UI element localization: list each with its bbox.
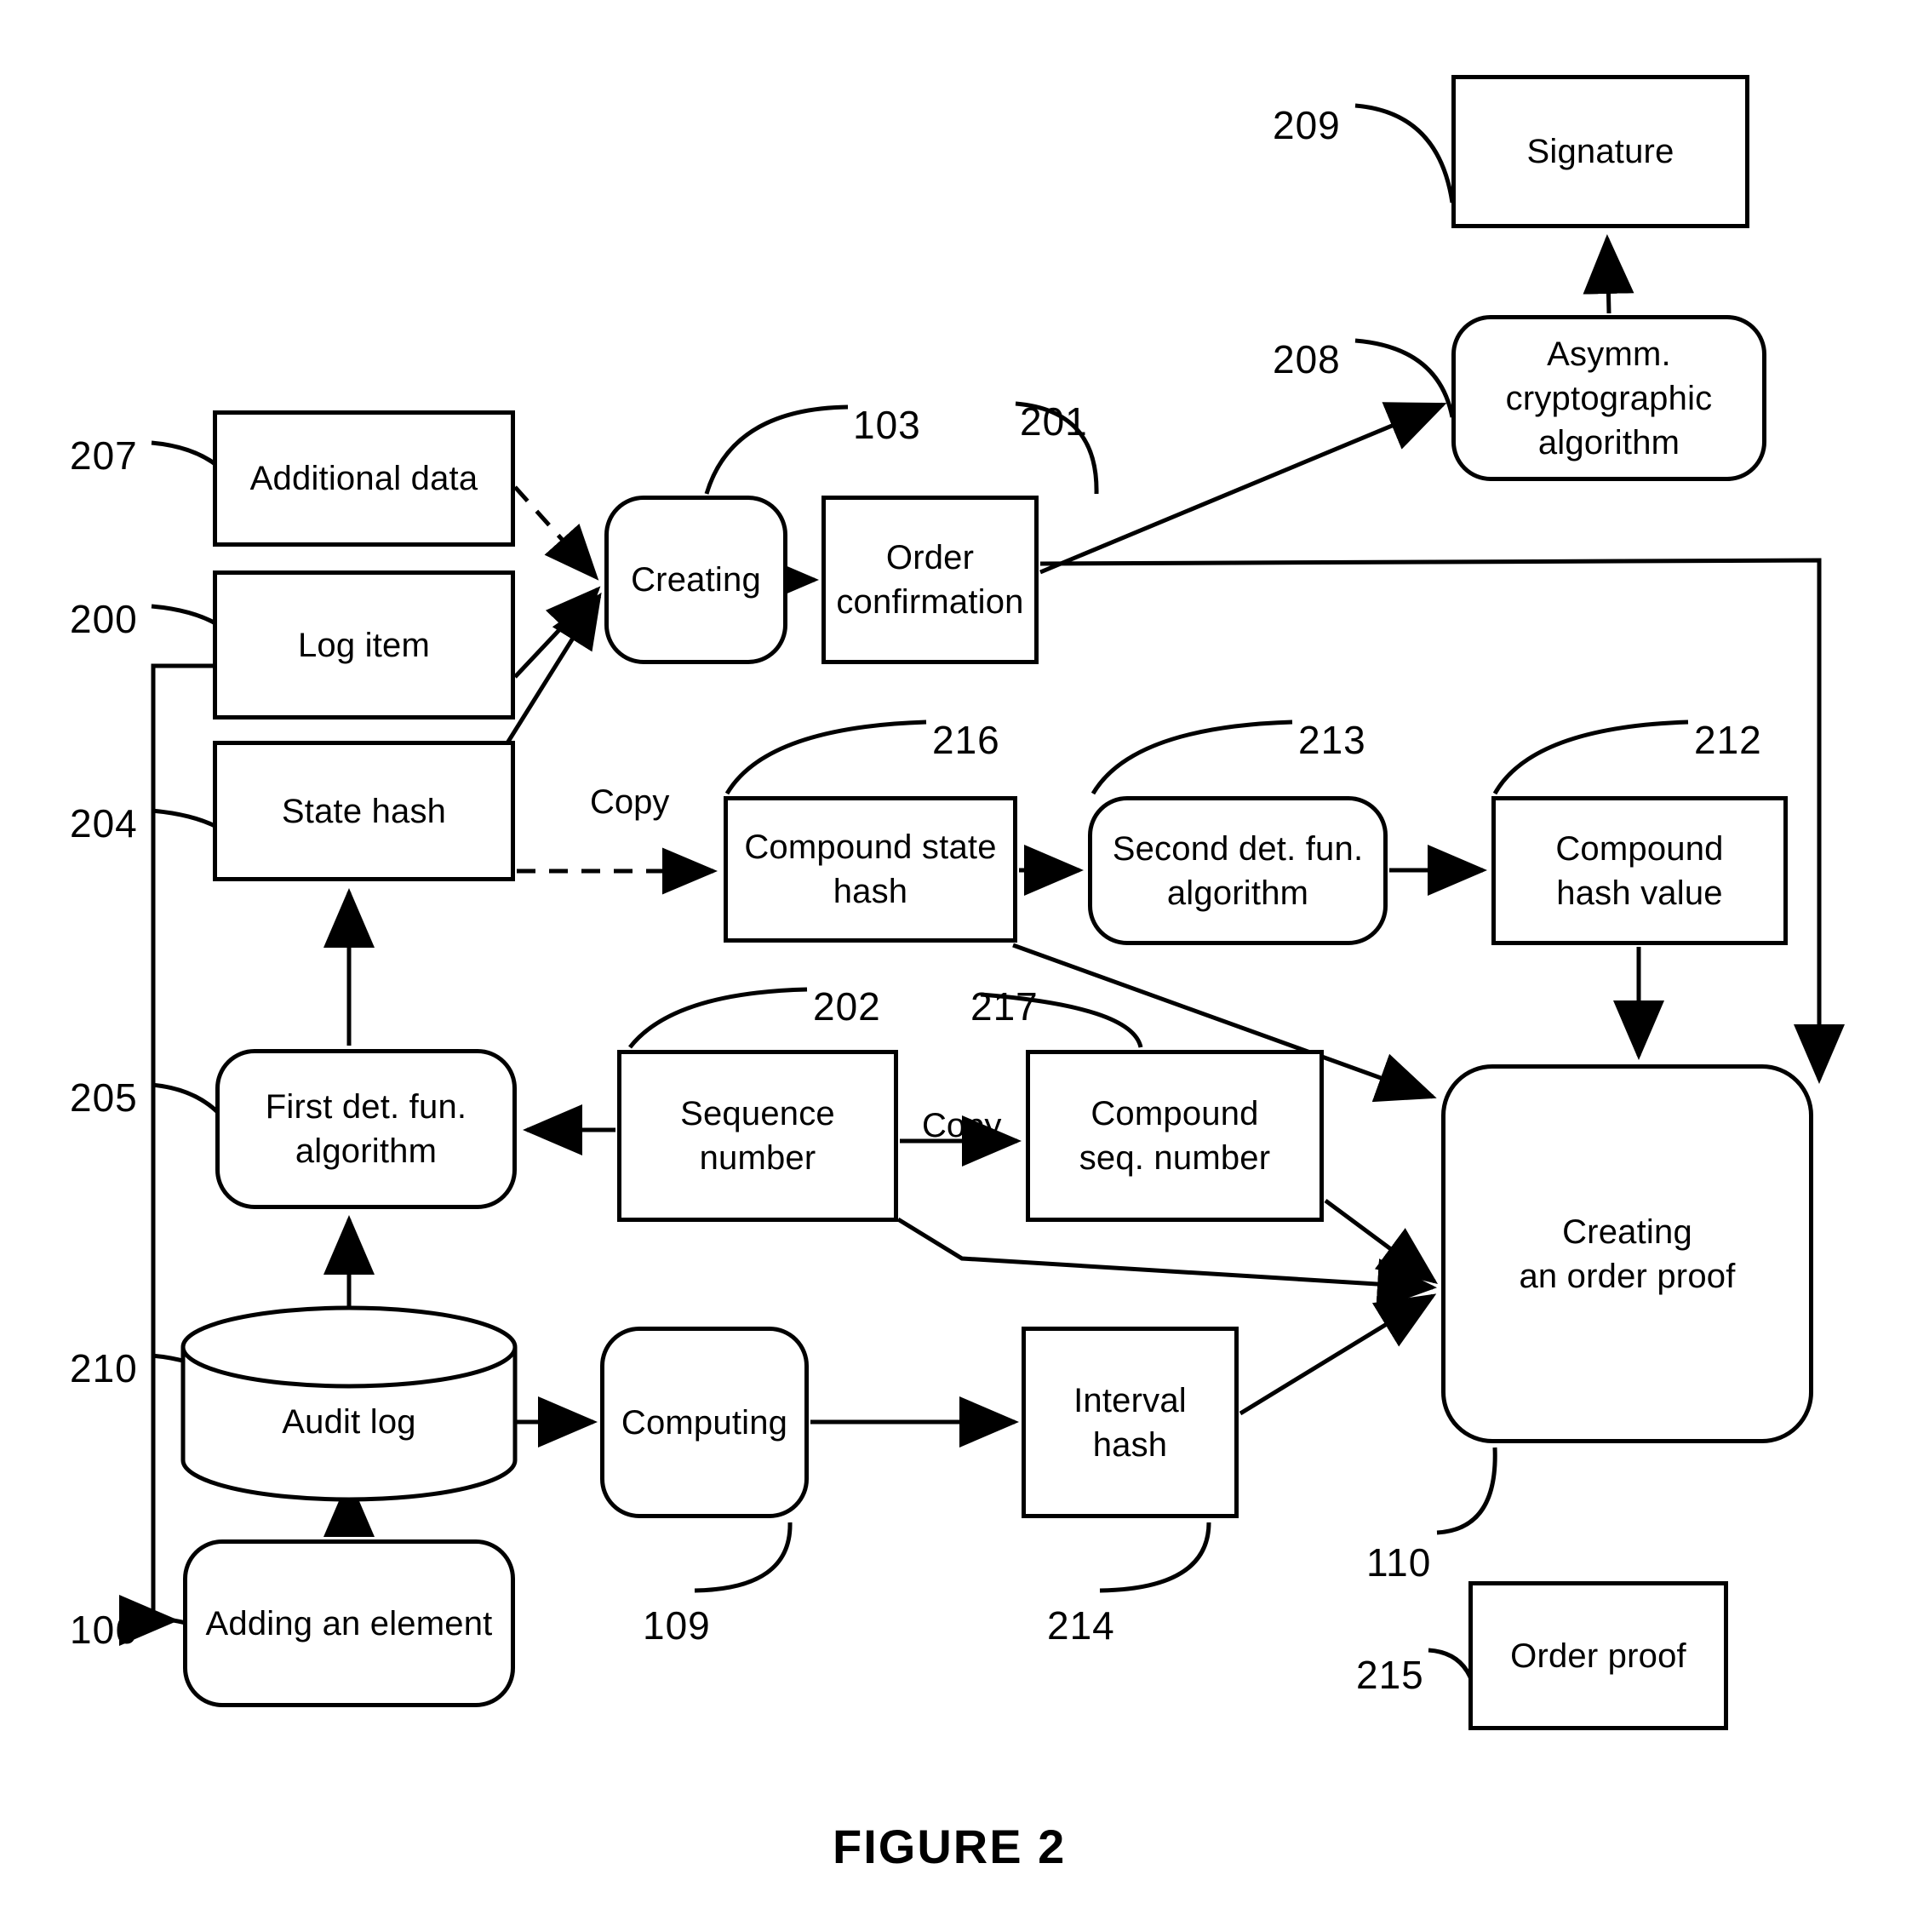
edge-label-copy-sequence-number: Copy [922, 1107, 1002, 1144]
node-order-proof[interactable]: Order proof [1468, 1581, 1728, 1730]
node-audit-log[interactable]: Audit log [183, 1307, 515, 1499]
node-log-item[interactable]: Log item [213, 570, 515, 719]
node-creating-an-order-proof[interactable]: Creating an order proof [1441, 1064, 1813, 1443]
node-label: Compound state hash [744, 828, 997, 910]
edge-label-copy-state-hash: Copy [590, 783, 670, 821]
reference-numeral-215: 215 [1356, 1653, 1424, 1697]
node-second-det-fun-algorithm[interactable]: Second det. fun. algorithm [1088, 796, 1388, 945]
leader-110 [1436, 1447, 1497, 1535]
node-compound-hash-value[interactable]: Compound hash value [1491, 796, 1788, 945]
node-signature[interactable]: Signature [1451, 75, 1749, 228]
node-label: Order proof [1510, 1637, 1686, 1675]
node-label: Asymm. cryptographic algorithm [1505, 335, 1713, 462]
reference-numeral-214: 214 [1047, 1603, 1115, 1648]
leader-209 [1354, 103, 1455, 204]
node-label: Additional data [249, 460, 478, 497]
node-order-confirmation[interactable]: Order confirmation [821, 496, 1039, 664]
edge-additional-data-to-creating [513, 485, 599, 581]
leader-212 [1492, 719, 1689, 795]
node-label: Audit log [282, 1402, 416, 1441]
reference-numeral-106: 106 [70, 1608, 138, 1652]
leader-109 [694, 1522, 793, 1593]
node-label: State hash [281, 792, 447, 830]
edge-compound-seq-number-to-creating-order-proof [1324, 1198, 1439, 1284]
reference-numeral-209: 209 [1273, 103, 1341, 147]
node-state-hash[interactable]: State hash [213, 741, 515, 881]
edge-sequence-number-to-creating-order-proof [896, 1217, 1437, 1310]
node-adding-an-element[interactable]: Adding an element [183, 1539, 515, 1707]
node-compound-state-hash[interactable]: Compound state hash [724, 796, 1017, 943]
node-label: Adding an element [205, 1604, 493, 1642]
node-first-det-fun-algorithm[interactable]: First det. fun. algorithm [215, 1049, 517, 1209]
leader-213 [1091, 719, 1293, 795]
reference-numeral-201: 201 [1020, 399, 1088, 444]
reference-numeral-204: 204 [70, 801, 138, 846]
node-label: Creating an order proof [1519, 1213, 1736, 1295]
node-label: Creating [631, 561, 761, 599]
leader-103 [704, 404, 849, 495]
figure-caption: FIGURE 2 [833, 1820, 1067, 1873]
node-label: First det. fun. algorithm [265, 1088, 467, 1170]
node-label: Computing [621, 1403, 788, 1442]
reference-numeral-216: 216 [932, 718, 1000, 762]
node-label: Order confirmation [836, 539, 1024, 621]
node-label: Compound hash value [1555, 829, 1724, 912]
node-interval-hash[interactable]: Interval hash [1022, 1327, 1239, 1518]
reference-numeral-213: 213 [1298, 718, 1366, 762]
node-compound-seq-number[interactable]: Compound seq. number [1026, 1050, 1324, 1222]
reference-numeral-109: 109 [643, 1603, 711, 1648]
reference-numeral-207: 207 [70, 433, 138, 478]
node-additional-data[interactable]: Additional data [213, 410, 515, 547]
node-computing[interactable]: Computing [600, 1327, 809, 1518]
reference-numeral-208: 208 [1273, 337, 1341, 381]
leader-202 [628, 987, 808, 1049]
node-creating[interactable]: Creating [604, 496, 787, 664]
node-label: Compound seq. number [1079, 1095, 1271, 1177]
node-label: Signature [1526, 133, 1674, 170]
reference-numeral-200: 200 [70, 597, 138, 641]
node-label: Sequence number [680, 1095, 835, 1177]
reference-numeral-210: 210 [70, 1346, 138, 1390]
node-label: Second det. fun. algorithm [1112, 829, 1364, 912]
edge-interval-hash-to-creating-order-proof [1239, 1293, 1437, 1416]
reference-numeral-103: 103 [853, 403, 921, 447]
edge-order-confirmation-to-asymm-crypto [1039, 402, 1447, 575]
leader-214 [1099, 1522, 1211, 1593]
figure-page: Creating (dashed) --> Creating --> Creat… [0, 0, 1912, 1932]
edge-asymm-crypto-to-signature [1583, 234, 1634, 314]
reference-numeral-217: 217 [970, 984, 1039, 1029]
reference-numeral-202: 202 [813, 984, 881, 1029]
node-label: Log item [297, 626, 431, 664]
node-sequence-number[interactable]: Sequence number [617, 1050, 898, 1222]
reference-numeral-110: 110 [1366, 1540, 1432, 1585]
reference-numeral-205: 205 [70, 1075, 138, 1120]
leader-216 [724, 719, 927, 795]
reference-numeral-212: 212 [1694, 718, 1762, 762]
node-asymm-cryptographic-algorithm[interactable]: Asymm. cryptographic algorithm [1451, 315, 1766, 481]
node-label: Interval hash [1073, 1381, 1187, 1464]
